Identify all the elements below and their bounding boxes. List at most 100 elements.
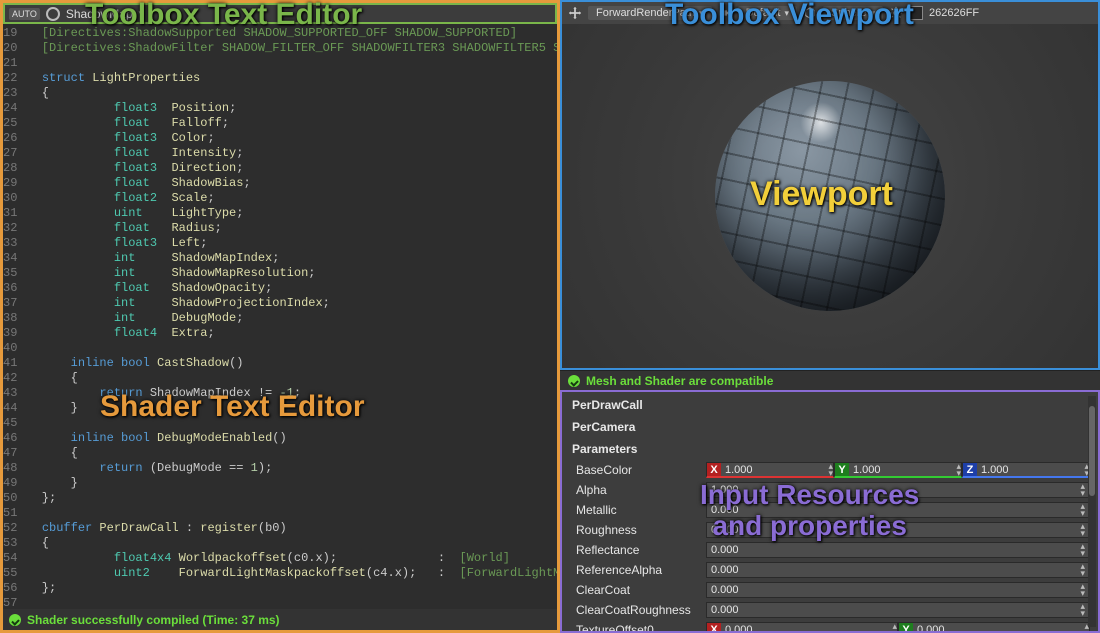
param-row-textureoffset0: TextureOffset0 X0.000▴▾Y0.000▴▾ bbox=[570, 620, 1090, 633]
code-line[interactable]: float3 Left; bbox=[27, 236, 557, 251]
chevron-down-icon: ▾ bbox=[784, 8, 789, 19]
renderpath-dropdown[interactable]: ForwardRenderPath ▾ bbox=[588, 6, 712, 20]
move-icon[interactable] bbox=[568, 6, 582, 20]
preview-sphere bbox=[715, 81, 945, 311]
param-y[interactable]: Y0.000▴▾ bbox=[898, 622, 1090, 633]
code-line[interactable]: float3 Direction; bbox=[27, 161, 557, 176]
code-line[interactable]: int ShadowProjectionIndex; bbox=[27, 296, 557, 311]
code-line[interactable]: float3 Color; bbox=[27, 131, 557, 146]
param-x[interactable]: X1.000▴▾ bbox=[706, 462, 834, 478]
param-row-reflectance: Reflectance 0.000▴▾ bbox=[570, 540, 1090, 560]
code-line[interactable]: { bbox=[27, 86, 557, 101]
param-label: ClearCoatRoughness bbox=[570, 603, 700, 617]
sun-icon[interactable] bbox=[889, 6, 903, 20]
editor-toolbar: AUTO ShadowMap ▾ bbox=[3, 3, 557, 24]
param-row-referencealpha: ReferenceAlpha 0.000▴▾ bbox=[570, 560, 1090, 580]
param-x[interactable]: X0.000▴▾ bbox=[706, 622, 898, 633]
code-line[interactable]: float Intensity; bbox=[27, 146, 557, 161]
line-number-gutter: 1920212223242526272829303132333435363738… bbox=[3, 24, 23, 609]
mesh-dropdown[interactable]: Sphere ▾ bbox=[823, 6, 883, 20]
param-label: ReferenceAlpha bbox=[570, 563, 700, 577]
editor-tab-title[interactable]: ShadowMap bbox=[66, 7, 133, 21]
code-line[interactable]: return ShadowMapIndex != -1; bbox=[27, 386, 557, 401]
code-line[interactable]: float Falloff; bbox=[27, 116, 557, 131]
code-line[interactable] bbox=[27, 341, 557, 356]
param-row-metallic: Metallic 0.000▴▾ bbox=[570, 500, 1090, 520]
record-icon[interactable] bbox=[46, 7, 60, 21]
properties-scrollbar[interactable] bbox=[1088, 396, 1096, 627]
bgcolor-hex[interactable]: 262626FF bbox=[929, 7, 979, 19]
param-row-clearcoat: ClearCoat 0.000▴▾ bbox=[570, 580, 1090, 600]
code-line[interactable]: float2 Scale; bbox=[27, 191, 557, 206]
code-line[interactable]: struct LightProperties bbox=[27, 71, 557, 86]
right-panel: ForwardRenderPath ▾ Default ▾ Sphere ▾ 2… bbox=[560, 0, 1100, 633]
param-value[interactable]: 0.000▴▾ bbox=[706, 582, 1090, 598]
camera-dropdown[interactable]: Default ▾ bbox=[738, 6, 797, 20]
section-parameters[interactable]: Parameters bbox=[570, 438, 1090, 460]
viewport-toolbar: ForwardRenderPath ▾ Default ▾ Sphere ▾ 2… bbox=[562, 2, 1098, 24]
chevron-down-icon: ▾ bbox=[699, 8, 704, 19]
param-row-roughness: Roughness 0.000▴▾ bbox=[570, 520, 1090, 540]
code-line[interactable]: float ShadowOpacity; bbox=[27, 281, 557, 296]
code-editor[interactable]: 1920212223242526272829303132333435363738… bbox=[3, 24, 557, 609]
param-label: Alpha bbox=[570, 483, 700, 497]
code-line[interactable]: float ShadowBias; bbox=[27, 176, 557, 191]
bgcolor-chip[interactable] bbox=[909, 6, 923, 20]
viewport-panel: ForwardRenderPath ▾ Default ▾ Sphere ▾ 2… bbox=[560, 0, 1100, 370]
viewport-canvas[interactable] bbox=[562, 24, 1098, 368]
code-content[interactable]: [Directives:ShadowSupported SHADOW_SUPPO… bbox=[23, 24, 557, 609]
code-line[interactable]: float3 Position; bbox=[27, 101, 557, 116]
code-line[interactable]: inline bool DebugModeEnabled() bbox=[27, 431, 557, 446]
camera-icon[interactable] bbox=[718, 6, 732, 20]
code-line[interactable]: }; bbox=[27, 581, 557, 596]
code-line[interactable]: return (DebugMode == 1); bbox=[27, 461, 557, 476]
param-label: Reflectance bbox=[570, 543, 700, 557]
param-row-clearcoatroughness: ClearCoatRoughness 0.000▴▾ bbox=[570, 600, 1090, 620]
code-line[interactable]: } bbox=[27, 476, 557, 491]
code-line[interactable]: inline bool CastShadow() bbox=[27, 356, 557, 371]
check-icon bbox=[9, 614, 21, 626]
code-line[interactable]: int ShadowMapResolution; bbox=[27, 266, 557, 281]
param-value[interactable]: 0.000▴▾ bbox=[706, 562, 1090, 578]
code-line[interactable]: float4x4 Worldpackoffset(c0.x); : [World… bbox=[27, 551, 557, 566]
code-line[interactable] bbox=[27, 506, 557, 521]
code-line[interactable] bbox=[27, 596, 557, 609]
param-y[interactable]: Y1.000▴▾ bbox=[834, 462, 962, 478]
code-line[interactable]: { bbox=[27, 371, 557, 386]
param-value[interactable]: 0.000▴▾ bbox=[706, 522, 1090, 538]
chevron-down-icon: ▾ bbox=[870, 8, 875, 19]
code-line[interactable]: uint2 ForwardLightMaskpackoffset(c4.x); … bbox=[27, 566, 557, 581]
param-label: ClearCoat bbox=[570, 583, 700, 597]
code-line[interactable] bbox=[27, 56, 557, 71]
code-line[interactable]: { bbox=[27, 536, 557, 551]
mesh-icon[interactable] bbox=[803, 6, 817, 20]
section-percamera[interactable]: PerCamera bbox=[570, 416, 1090, 438]
param-value[interactable]: 0.000▴▾ bbox=[706, 502, 1090, 518]
code-line[interactable]: int ShadowMapIndex; bbox=[27, 251, 557, 266]
param-label: Metallic bbox=[570, 503, 700, 517]
text-editor-panel: AUTO ShadowMap ▾ 19202122232425262728293… bbox=[0, 0, 560, 633]
param-label: TextureOffset0 bbox=[570, 623, 700, 633]
param-value[interactable]: 0.000▴▾ bbox=[706, 602, 1090, 618]
param-label: BaseColor bbox=[570, 463, 700, 477]
code-line[interactable]: float4 Extra; bbox=[27, 326, 557, 341]
code-line[interactable]: uint LightType; bbox=[27, 206, 557, 221]
param-value[interactable]: 0.000▴▾ bbox=[706, 542, 1090, 558]
code-line[interactable]: } bbox=[27, 401, 557, 416]
code-line[interactable]: cbuffer PerDrawCall : register(b0) bbox=[27, 521, 557, 536]
param-z[interactable]: Z1.000▴▾ bbox=[962, 462, 1090, 478]
chevron-down-icon[interactable]: ▾ bbox=[139, 8, 144, 19]
code-line[interactable]: { bbox=[27, 446, 557, 461]
code-line[interactable]: int DebugMode; bbox=[27, 311, 557, 326]
code-line[interactable]: [Directives:ShadowSupported SHADOW_SUPPO… bbox=[27, 26, 557, 41]
code-line[interactable]: [Directives:ShadowFilter SHADOW_FILTER_O… bbox=[27, 41, 557, 56]
param-row-alpha: Alpha 1.000▴▾ bbox=[570, 480, 1090, 500]
param-value[interactable]: 1.000▴▾ bbox=[706, 482, 1090, 498]
code-line[interactable] bbox=[27, 416, 557, 431]
section-perdrawcall[interactable]: PerDrawCall bbox=[570, 394, 1090, 416]
auto-badge[interactable]: AUTO bbox=[9, 8, 40, 20]
code-line[interactable]: }; bbox=[27, 491, 557, 506]
compat-strip: Mesh and Shader are compatible bbox=[560, 370, 1100, 390]
code-line[interactable]: float Radius; bbox=[27, 221, 557, 236]
param-label: Roughness bbox=[570, 523, 700, 537]
